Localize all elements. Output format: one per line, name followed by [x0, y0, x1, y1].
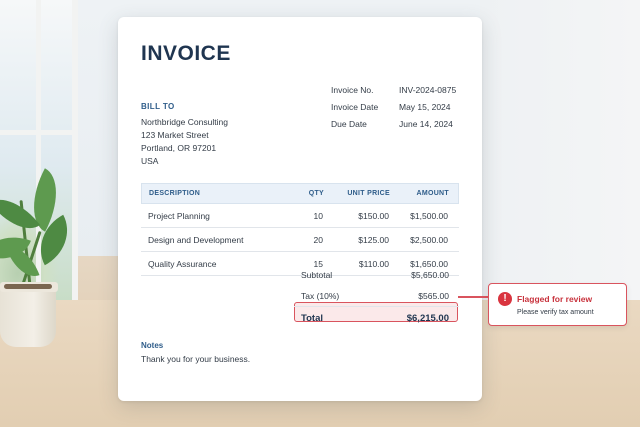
bill-to-label: BILL TO: [141, 102, 175, 111]
flag-connector-line: [458, 296, 488, 298]
total-value: $6,215.00: [406, 313, 449, 324]
invoice-document: INVOICE BILL TO Northbridge Consulting 1…: [118, 17, 482, 401]
invoice-date-label: Invoice Date: [331, 102, 379, 112]
flag-title: Flagged for review: [517, 294, 593, 304]
row-description: Quality Assurance: [148, 259, 217, 269]
notes-label: Notes: [141, 341, 164, 350]
subtotal-value: $5,650.00: [411, 270, 449, 280]
bill-to-country: USA: [141, 156, 159, 166]
plant-pot: [0, 285, 56, 347]
table-row: Project Planning 10 $150.00 $1,500.00: [141, 204, 459, 228]
summary-divider: [294, 306, 459, 307]
bill-to-city: Portland, OR 97201: [141, 143, 217, 153]
row-unit-price: $125.00: [358, 235, 389, 245]
line-items-header: DESCRIPTION QTY UNIT PRICE AMOUNT: [141, 183, 459, 204]
invoice-title: INVOICE: [141, 42, 231, 65]
row-qty: 10: [313, 211, 323, 221]
bill-to-street: 123 Market Street: [141, 130, 209, 140]
invoice-date-value: May 15, 2024: [399, 102, 451, 112]
row-amount: $1,650.00: [410, 259, 448, 269]
due-date-label: Due Date: [331, 119, 367, 129]
total-label: Total: [301, 313, 323, 324]
row-amount: $2,500.00: [410, 235, 448, 245]
bill-to-name: Northbridge Consulting: [141, 117, 228, 127]
row-description: Design and Development: [148, 235, 244, 245]
row-qty: 15: [313, 259, 323, 269]
flag-message: Please verify tax amount: [517, 309, 594, 316]
row-unit-price: $150.00: [358, 211, 389, 221]
background-wall: [480, 0, 640, 300]
invoice-number-value: INV-2024-0875: [399, 85, 457, 95]
table-row: Design and Development 20 $125.00 $2,500…: [141, 228, 459, 252]
due-date-value: June 14, 2024: [399, 119, 453, 129]
tax-value: $565.00: [418, 291, 449, 301]
row-qty: 20: [313, 235, 323, 245]
column-header-description: DESCRIPTION: [149, 190, 201, 197]
subtotal-label: Subtotal: [301, 270, 333, 280]
invoice-number-label: Invoice No.: [331, 85, 374, 95]
row-unit-price: $110.00: [358, 259, 389, 269]
row-description: Project Planning: [148, 211, 210, 221]
column-header-unit-price: UNIT PRICE: [347, 190, 390, 197]
row-amount: $1,500.00: [410, 211, 448, 221]
alert-circle-icon: !: [498, 292, 512, 306]
review-flag-callout[interactable]: ! Flagged for review Please verify tax a…: [488, 283, 627, 326]
notes-text: Thank you for your business.: [141, 354, 251, 364]
column-header-amount: AMOUNT: [416, 190, 449, 197]
column-header-qty: QTY: [308, 190, 324, 197]
tax-label: Tax (10%): [301, 291, 340, 301]
